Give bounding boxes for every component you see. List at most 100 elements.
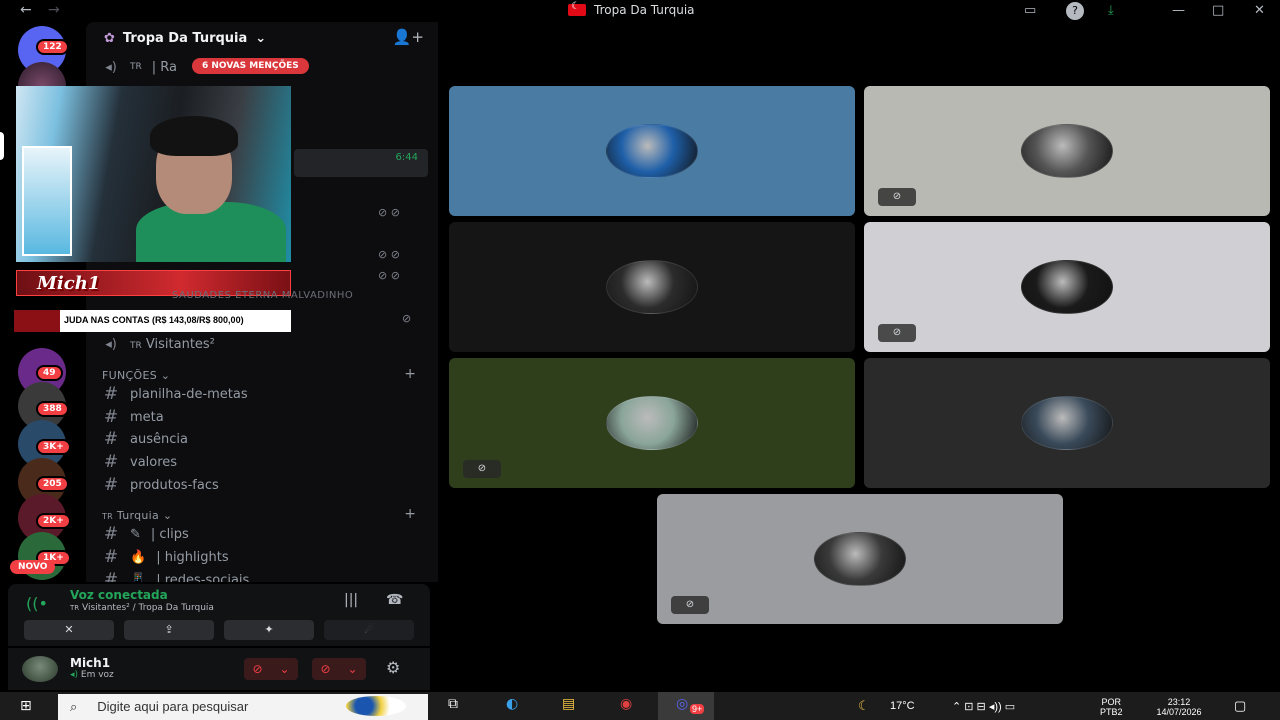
- dm-badge: 122: [36, 39, 69, 55]
- windows-start-icon[interactable]: ⊞: [20, 698, 32, 714]
- camera-off-icon: ⊘: [463, 460, 501, 478]
- text-channel-item[interactable]: # meta: [102, 406, 428, 428]
- chevron-down-icon: ⌄: [255, 30, 267, 46]
- search-highlight-icon[interactable]: [346, 696, 406, 716]
- webcam-overlay: [16, 86, 291, 262]
- participant-tile[interactable]: [449, 86, 855, 216]
- share-screen-button[interactable]: ⇪: [124, 620, 214, 640]
- server-badge: 49: [36, 365, 63, 381]
- mic-muted-icon: ⊘: [252, 662, 263, 676]
- signal-icon[interactable]: ((•: [26, 594, 48, 613]
- selected-server-pill: [0, 132, 4, 160]
- voice-channel-link[interactable]: TR Visitantes² / Tropa Da Turquia: [70, 603, 214, 613]
- turkey-flag-icon: [568, 1, 586, 16]
- inbox-icon[interactable]: ▭: [1024, 3, 1036, 18]
- download-icon[interactable]: ⤓: [1108, 3, 1114, 18]
- muted-icon: ⊘: [402, 312, 412, 325]
- server-badge: 2K+: [36, 513, 71, 529]
- clock[interactable]: 23:12 14/07/2026: [1144, 697, 1214, 717]
- participant-tile[interactable]: [449, 222, 855, 352]
- obs-icon[interactable]: ◉: [620, 696, 632, 712]
- disconnect-icon[interactable]: ☎: [386, 592, 403, 608]
- minimize-icon[interactable]: —: [1172, 3, 1185, 18]
- soundboard-button[interactable]: ☄: [324, 620, 414, 640]
- hashtag-icon: #: [103, 384, 119, 404]
- new-servers-badge[interactable]: NOVO: [10, 560, 56, 574]
- invite-people-icon[interactable]: 👤+: [393, 28, 424, 46]
- deafen-button[interactable]: ⊘ ⌄: [312, 658, 366, 680]
- username[interactable]: Mich1: [70, 656, 110, 670]
- forward-icon[interactable]: →: [48, 2, 60, 18]
- soundboard-icon[interactable]: |||: [344, 592, 358, 608]
- hashtag-icon: #: [103, 475, 119, 495]
- speaker-icon: ◂): [70, 670, 79, 680]
- hidden-channel-text: SAUDADES ETERNA MALVADINHO: [172, 290, 354, 301]
- channel-emoji: 🔥: [130, 549, 147, 565]
- participant-avatar: [606, 396, 698, 450]
- voice-status[interactable]: Voz conectada: [70, 588, 168, 602]
- user-status: ◂) Em voz: [70, 670, 114, 680]
- muted-icon: ⊘: [671, 596, 709, 614]
- language-indicator[interactable]: POR PTB2: [1100, 697, 1123, 717]
- help-icon[interactable]: ?: [1066, 2, 1084, 20]
- text-channel-item[interactable]: # valores: [102, 451, 428, 473]
- text-channel-item[interactable]: # planilha-de-metas: [102, 383, 428, 405]
- participant-avatar: [814, 532, 906, 586]
- hashtag-icon: #: [103, 570, 119, 582]
- muted-icon: ⊘ ⊘: [378, 248, 400, 261]
- voice-channel-visitantes[interactable]: ◂) TR Visitantes²: [102, 333, 428, 355]
- hashtag-icon: #: [103, 407, 119, 427]
- channel-emoji: 📱: [130, 572, 147, 583]
- participant-avatar: [1021, 124, 1113, 178]
- file-explorer-icon[interactable]: ▤: [562, 696, 575, 712]
- text-channel-item[interactable]: # produtos-facs: [102, 474, 428, 496]
- participant-tile[interactable]: ⊘: [449, 358, 855, 488]
- text-channel-item[interactable]: # ausência: [102, 428, 428, 450]
- gear-icon[interactable]: ⚙: [386, 658, 400, 677]
- text-channel-item[interactable]: # ✎ | clips: [102, 523, 428, 545]
- temperature[interactable]: 17°C: [890, 700, 915, 712]
- category-funcoes[interactable]: FUNÇÕES ⌄: [102, 369, 170, 382]
- add-channel-icon[interactable]: +: [404, 366, 416, 382]
- voice-stage: ⊘ ⊘ ⊘ ⊘: [440, 22, 1280, 692]
- text-channel-item[interactable]: # 📱 | redes-sociais: [102, 569, 428, 582]
- participant-tile[interactable]: ⊘: [864, 86, 1270, 216]
- participant-tile[interactable]: [864, 358, 1270, 488]
- muted-icon: ⊘ ⊘: [378, 269, 400, 282]
- speaker-icon: ◂): [105, 336, 117, 352]
- weather-icon[interactable]: ☾: [858, 698, 870, 714]
- server-header[interactable]: ✿ Tropa Da Turquia ⌄: [86, 22, 438, 54]
- discord-icon[interactable]: ◎: [676, 696, 688, 712]
- text-channel-item[interactable]: # 🔥 | highlights: [102, 546, 428, 568]
- add-channel-icon[interactable]: +: [404, 506, 416, 522]
- mute-mic-button[interactable]: ⊘ ⌄: [244, 658, 298, 680]
- donation-accent: [14, 310, 60, 332]
- back-icon[interactable]: ←: [20, 2, 32, 18]
- camera-off-icon: ⊘: [878, 324, 916, 342]
- speaker-icon: ◂): [105, 59, 117, 75]
- system-tray-icons[interactable]: ⌃ ⊡ ⊟ ◂)) ▭: [952, 700, 1015, 713]
- title-bar: ← → Tropa Da Turquia ▭ ? ⤓ — □ ✕: [0, 0, 1280, 22]
- participant-tile[interactable]: ⊘: [864, 222, 1270, 352]
- maximize-icon[interactable]: □: [1212, 3, 1224, 18]
- hashtag-icon: #: [103, 429, 119, 449]
- participant-avatar: [1021, 260, 1113, 314]
- notifications-icon[interactable]: ▢: [1234, 698, 1246, 714]
- window-title: Tropa Da Turquia: [568, 1, 695, 17]
- participant-avatar: [1021, 396, 1113, 450]
- activities-button[interactable]: ✦: [224, 620, 314, 640]
- new-mentions-banner[interactable]: 6 NOVAS MENÇÕES: [192, 58, 309, 74]
- camera-off-icon: ⊘: [878, 188, 916, 206]
- discord-badge: 9+: [690, 704, 705, 714]
- category-turquia[interactable]: TR Turquia ⌄: [102, 509, 172, 522]
- camera-button[interactable]: ✕: [24, 620, 114, 640]
- avatar[interactable]: [22, 656, 58, 682]
- task-view-icon[interactable]: ⧉: [448, 696, 458, 712]
- channel-emoji: ✎: [130, 526, 141, 542]
- close-icon[interactable]: ✕: [1254, 3, 1265, 18]
- edge-icon[interactable]: ◐: [506, 696, 518, 712]
- participant-tile[interactable]: ⊘: [657, 494, 1063, 624]
- muted-icon: ⊘ ⊘: [378, 206, 400, 219]
- server-badge: 205: [36, 476, 69, 492]
- server-badge: 388: [36, 401, 69, 417]
